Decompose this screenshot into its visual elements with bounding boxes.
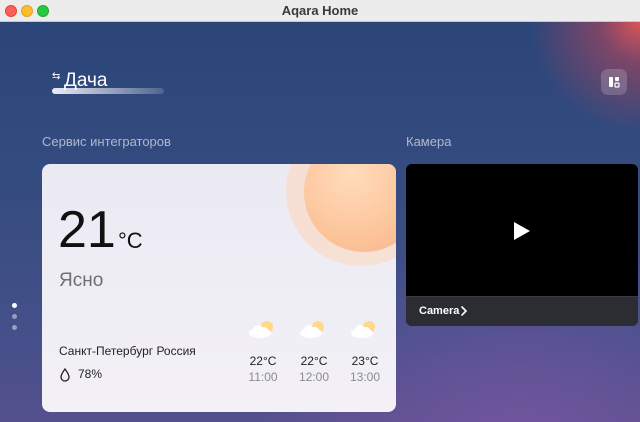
layout-grid-icon: [609, 77, 620, 88]
camera-name: Camera: [419, 305, 460, 317]
camera-footer[interactable]: Camera: [406, 296, 638, 326]
section-label-weather: Сервис интеграторов: [42, 134, 171, 149]
humidity-drop-icon: [60, 368, 70, 382]
chevron-right-icon: [461, 306, 467, 316]
forecast-temperature: 22°C: [249, 354, 277, 368]
window-title: Aqara Home: [281, 3, 359, 18]
page-indicator: [12, 303, 18, 336]
current-temperature: 21: [58, 201, 116, 259]
page-dot-active[interactable]: [12, 303, 17, 308]
forecast-item: 22°C 11:00: [243, 318, 283, 384]
partly-cloudy-icon: [249, 321, 273, 338]
switch-home-icon: ⇆: [52, 71, 61, 82]
page-dot[interactable]: [12, 314, 17, 319]
title-bar: Aqara Home: [0, 0, 640, 22]
layout-toggle-button[interactable]: [601, 69, 627, 95]
partly-cloudy-icon: [351, 321, 375, 338]
page-dot[interactable]: [12, 325, 17, 330]
section-label-camera: Камера: [406, 134, 452, 149]
play-icon[interactable]: [513, 221, 531, 241]
forecast-item: 22°C 12:00: [294, 318, 334, 384]
temperature-unit: °C: [118, 228, 143, 253]
camera-card[interactable]: Camera: [406, 164, 638, 326]
forecast-temperature: 23°C: [351, 354, 379, 368]
forecast-temperature: 22°C: [300, 354, 328, 368]
forecast-time: 11:00: [248, 370, 278, 384]
app-window: Aqara Home ⇆ Дача Сервис интеграторов Ка…: [0, 0, 640, 422]
forecast-time: 12:00: [298, 370, 330, 384]
humidity-value: 78%: [78, 367, 103, 381]
dashboard: ⇆ Дача Сервис интеграторов Камера 21 °C …: [0, 22, 640, 422]
partly-cloudy-icon: [300, 321, 324, 338]
home-title-underline: [52, 88, 164, 94]
weather-card[interactable]: 21 °C Ясно Санкт-Петербург Россия 78% 22…: [42, 164, 396, 412]
weather-condition: Ясно: [59, 270, 104, 291]
forecast-item: 23°C 13:00: [345, 318, 385, 384]
weather-location: Санкт-Петербург Россия: [59, 344, 196, 358]
forecast-time: 13:00: [349, 370, 381, 384]
